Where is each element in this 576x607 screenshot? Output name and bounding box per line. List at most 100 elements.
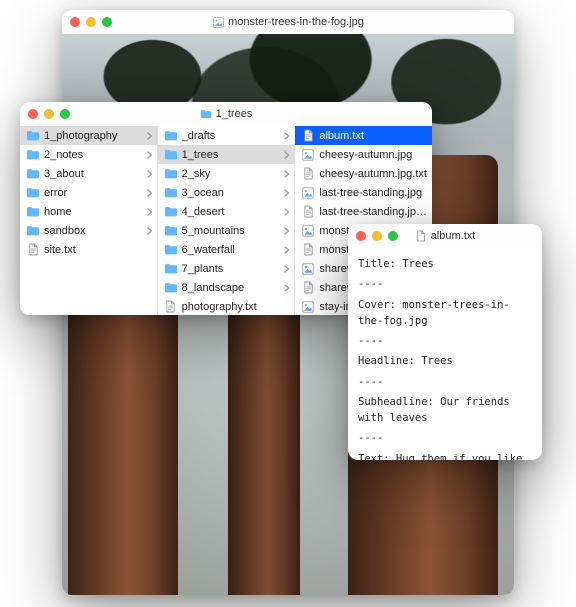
text-line: Headline: Trees: [358, 353, 532, 369]
folder-icon: [200, 108, 212, 120]
folder-icon: [164, 186, 178, 200]
jpg-icon: [212, 16, 224, 28]
finder-item-label: sandbox: [44, 225, 139, 237]
close-icon[interactable]: [70, 17, 80, 27]
text-divider: ----: [358, 430, 532, 446]
finder-item-label: 2_notes: [44, 149, 139, 161]
text-divider: ----: [358, 333, 532, 349]
finder-item[interactable]: site.txt: [20, 240, 157, 259]
finder-item-label: 6_waterfall: [182, 244, 277, 256]
finder-item[interactable]: 3_ocean: [158, 183, 295, 202]
chevron-right-icon: [143, 132, 153, 140]
folder-icon: [164, 167, 178, 181]
finder-item-label: cheesy-autumn.jpg.txt: [319, 168, 428, 180]
txt-icon: [301, 243, 315, 257]
finder-item[interactable]: 3_about: [20, 164, 157, 183]
finder-item-label: 8_landscape: [182, 282, 277, 294]
zoom-icon[interactable]: [102, 17, 112, 27]
folder-icon: [26, 148, 40, 162]
chevron-right-icon: [280, 132, 290, 140]
txt-icon: [415, 230, 427, 242]
folder-icon: [26, 224, 40, 238]
chevron-right-icon: [280, 246, 290, 254]
finder-item-label: cheesy-autumn.jpg: [319, 149, 428, 161]
folder-icon: [26, 129, 40, 143]
finder-column-0: 1_photography 2_notes 3_abouterror home sand…: [20, 126, 158, 315]
txt-icon: [301, 281, 315, 295]
finder-item-label: 1_photography: [44, 130, 139, 142]
traffic-lights: [28, 109, 70, 119]
chevron-right-icon: [280, 151, 290, 159]
finder-item[interactable]: last-tree-standing.jpg.txt: [295, 202, 432, 221]
finder-item[interactable]: error: [20, 183, 157, 202]
finder-item[interactable]: 2_notes: [20, 145, 157, 164]
folder-icon: [164, 205, 178, 219]
image-titlebar[interactable]: monster-trees-in-the-fog.jpg: [62, 10, 514, 34]
finder-item[interactable]: home: [20, 202, 157, 221]
folder-icon: [26, 186, 40, 200]
folder-icon: [164, 148, 178, 162]
close-icon[interactable]: [356, 231, 366, 241]
finder-column-1: _drafts 1_trees 2_sky 3_ocean 4_desert 5_moun…: [158, 126, 296, 315]
finder-item[interactable]: 1_photography: [20, 126, 157, 145]
chevron-right-icon: [280, 265, 290, 273]
jpg-icon: [301, 262, 315, 276]
finder-item[interactable]: _drafts: [158, 126, 295, 145]
folder-icon: [26, 205, 40, 219]
folder-icon: [164, 129, 178, 143]
folder-icon: [26, 167, 40, 181]
finder-item-label: photography.txt: [182, 301, 291, 313]
text-content[interactable]: Title: Trees ---- Cover: monster-trees-in-…: [348, 248, 542, 460]
finder-item-label: error: [44, 187, 139, 199]
finder-item[interactable]: 4_desert: [158, 202, 295, 221]
finder-item-label: 2_sky: [182, 168, 277, 180]
txt-icon: [26, 243, 40, 257]
minimize-icon[interactable]: [372, 231, 382, 241]
finder-item[interactable]: 1_trees: [158, 145, 295, 164]
finder-item[interactable]: sandbox: [20, 221, 157, 240]
chevron-right-icon: [280, 170, 290, 178]
finder-item[interactable]: 7_plants: [158, 259, 295, 278]
image-title-text: monster-trees-in-the-fog.jpg: [228, 16, 364, 28]
finder-titlebar[interactable]: 1_trees: [20, 102, 432, 126]
chevron-right-icon: [280, 189, 290, 197]
chevron-right-icon: [143, 227, 153, 235]
finder-item[interactable]: 6_waterfall: [158, 240, 295, 259]
text-divider: ----: [358, 276, 532, 292]
finder-item[interactable]: cheesy-autumn.jpg.txt: [295, 164, 432, 183]
text-line: Cover: monster-trees-in-the-fog.jpg: [358, 297, 532, 330]
zoom-icon[interactable]: [388, 231, 398, 241]
jpg-icon: [301, 148, 315, 162]
finder-item-label: album.txt: [319, 130, 428, 142]
zoom-icon[interactable]: [60, 109, 70, 119]
finder-item-label: 7_plants: [182, 263, 277, 275]
finder-item[interactable]: 2_sky: [158, 164, 295, 183]
finder-item[interactable]: photography.txt: [158, 297, 295, 315]
image-title: monster-trees-in-the-fog.jpg: [62, 16, 514, 28]
finder-item[interactable]: 8_landscape: [158, 278, 295, 297]
chevron-right-icon: [143, 189, 153, 197]
finder-item-label: last-tree-standing.jpg: [319, 187, 428, 199]
txt-icon: [301, 167, 315, 181]
close-icon[interactable]: [28, 109, 38, 119]
jpg-icon: [301, 300, 315, 314]
chevron-right-icon: [143, 208, 153, 216]
minimize-icon[interactable]: [44, 109, 54, 119]
chevron-right-icon: [280, 227, 290, 235]
text-line: Title: Trees: [358, 256, 532, 272]
minimize-icon[interactable]: [86, 17, 96, 27]
txt-icon: [164, 300, 178, 314]
finder-item-label: 3_ocean: [182, 187, 277, 199]
finder-item-label: 3_about: [44, 168, 139, 180]
finder-item[interactable]: 5_mountains: [158, 221, 295, 240]
finder-item-label: home: [44, 206, 139, 218]
finder-item-label: 5_mountains: [182, 225, 277, 237]
finder-item[interactable]: last-tree-standing.jpg: [295, 183, 432, 202]
folder-icon: [164, 243, 178, 257]
finder-item-label: 1_trees: [182, 149, 277, 161]
text-window: album.txt Title: Trees ---- Cover: monster…: [348, 224, 542, 460]
finder-item[interactable]: album.txt: [295, 126, 432, 145]
txt-icon: [301, 205, 315, 219]
text-titlebar[interactable]: album.txt: [348, 224, 542, 248]
finder-item[interactable]: cheesy-autumn.jpg: [295, 145, 432, 164]
